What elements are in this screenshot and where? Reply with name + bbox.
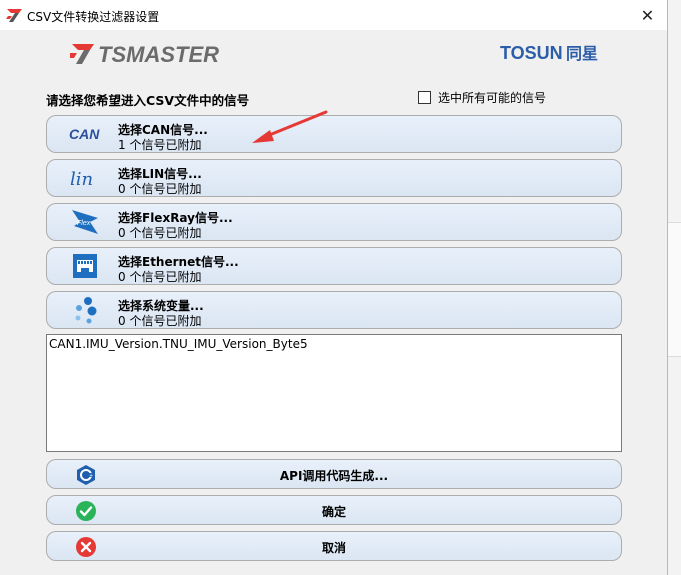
list-item[interactable]: CAN1.IMU_Version.TNU_IMU_Version_Byte5 [49, 337, 308, 351]
select-system-variable-button[interactable]: 选择系统变量... 0 个信号已附加 [46, 291, 622, 329]
background-panel [667, 222, 681, 357]
select-all-checkbox[interactable]: 选中所有可能的信号 [418, 89, 546, 106]
annotation-arrow-icon [252, 110, 328, 143]
select-all-label: 选中所有可能的信号 [438, 91, 547, 105]
checkbox-box[interactable] [418, 91, 431, 104]
tsmaster-logo-text: TSMASTER [98, 42, 219, 67]
svg-text:lin: lin [70, 169, 93, 190]
can-icon: CAN [67, 121, 103, 147]
app-logo-icon [6, 9, 22, 22]
lin-icon: lin [67, 165, 103, 191]
select-system-variable-status: 0 个信号已附加 [118, 314, 202, 328]
dialog-window: CSV文件转换过滤器设置 ✕ TSMASTER TOSUN 同星 请选择您希望进… [0, 0, 668, 575]
prompt-label: 请选择您希望进入CSV文件中的信号 [46, 93, 250, 108]
title-bar: CSV文件转换过滤器设置 ✕ [0, 0, 667, 30]
select-lin-status: 0 个信号已附加 [118, 182, 202, 196]
select-lin-button[interactable]: lin 选择LIN信号... 0 个信号已附加 [46, 159, 622, 197]
select-flexray-status: 0 个信号已附加 [118, 226, 202, 240]
select-can-button[interactable]: CAN 选择CAN信号... 1 个信号已附加 [46, 115, 622, 153]
select-ethernet-status: 0 个信号已附加 [118, 270, 202, 284]
flexray-icon: Flex [67, 209, 103, 235]
ok-button[interactable]: 确定 [46, 495, 622, 525]
cancel-button[interactable]: 取消 [46, 531, 622, 561]
select-can-status: 1 个信号已附加 [118, 138, 202, 152]
close-button[interactable]: ✕ [628, 0, 667, 30]
select-flexray-button[interactable]: Flex 选择FlexRay信号... 0 个信号已附加 [46, 203, 622, 241]
selected-signals-list[interactable]: CAN1.IMU_Version.TNU_IMU_Version_Byte5 [46, 334, 622, 452]
svg-text:Flex: Flex [77, 220, 91, 227]
api-code-generation-button[interactable]: + API调用代码生成... [46, 459, 622, 489]
system-variable-icon [67, 297, 103, 324]
background-area [667, 0, 681, 575]
api-code-generation-label: API调用代码生成... [279, 469, 389, 483]
cancel-label: 取消 [321, 541, 346, 555]
window-title: CSV文件转换过滤器设置 [27, 10, 160, 24]
tsmaster-logo: TSMASTER [70, 42, 219, 67]
tosun-logo: TOSUN 同星 [500, 43, 598, 63]
tosun-logo-cjk: 同星 [566, 44, 598, 63]
select-ethernet-button[interactable]: 选择Ethernet信号... 0 个信号已附加 [46, 247, 622, 285]
tosun-logo-text: TOSUN [500, 43, 563, 63]
ok-label: 确定 [321, 505, 346, 519]
svg-text:CAN: CAN [69, 126, 100, 142]
ethernet-icon [67, 253, 103, 279]
